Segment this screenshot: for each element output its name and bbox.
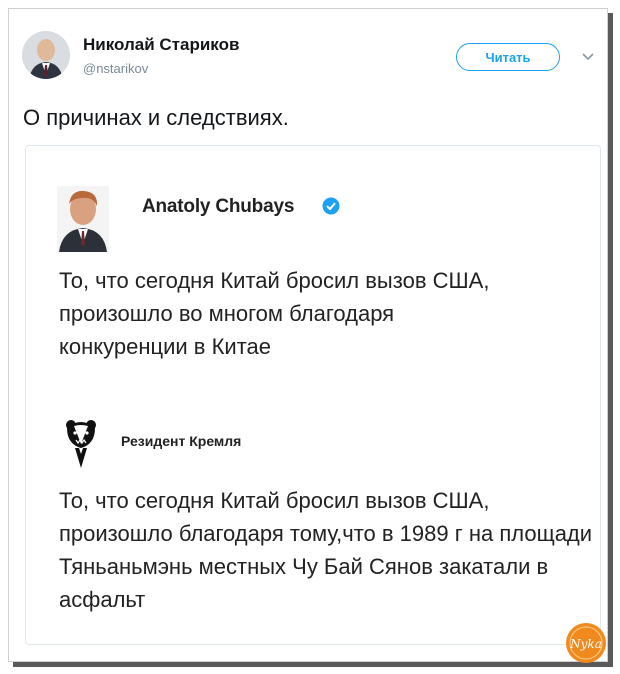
author-avatar[interactable]: [22, 31, 70, 79]
svg-text:Nyka: Nyka: [569, 637, 602, 651]
person-avatar-icon: [22, 31, 70, 79]
author-handle[interactable]: @nstarikov: [83, 61, 148, 76]
embed-author-name: Anatoly Chubays: [142, 196, 295, 217]
embedded-image[interactable]: Anatoly Chubays То, что сегодня Китай бр…: [25, 145, 601, 645]
embed-author-name-2: Резидент Кремля: [121, 433, 242, 449]
badger-icon: [66, 420, 96, 468]
tweet-card: Николай Стариков @nstarikov Читать О при…: [8, 8, 608, 663]
embed-post-text-2: То, что сегодня Китай бросил вызов США, …: [59, 488, 593, 612]
embed-post-text: То, что сегодня Китай бросил вызов США, …: [59, 268, 490, 359]
chevron-down-icon[interactable]: [580, 49, 596, 65]
tweet-text: О причинах и следствиях.: [23, 105, 289, 130]
verified-badge-icon: [322, 197, 340, 215]
nyka-watermark-logo: Nyka: [566, 623, 606, 663]
author-name[interactable]: Николай Стариков: [83, 35, 239, 55]
chubays-avatar: [57, 186, 109, 252]
follow-button[interactable]: Читать: [456, 43, 560, 71]
